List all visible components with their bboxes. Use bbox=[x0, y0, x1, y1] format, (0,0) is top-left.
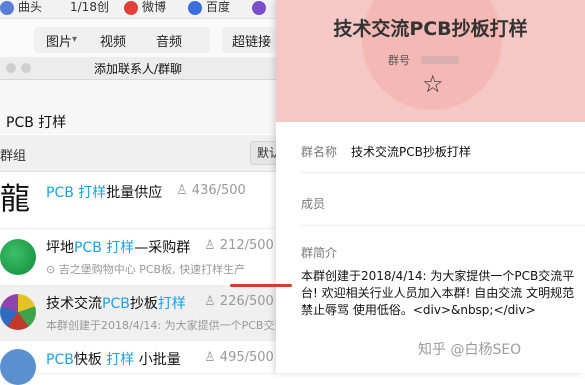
group-avatar bbox=[0, 239, 36, 275]
bookmark-item[interactable]: 曲头 bbox=[18, 0, 42, 15]
group-subtitle: 本群创建于2018/4/14: 为大家提供一个PCB交流平台 bbox=[46, 319, 276, 332]
annotation-underline bbox=[230, 284, 292, 287]
member-count: ♙ 226/500 bbox=[204, 294, 274, 309]
group-avatar bbox=[0, 294, 36, 330]
person-icon: ♙ bbox=[204, 238, 220, 253]
bookmark-item[interactable]: 1/18创 bbox=[70, 0, 109, 15]
group-header: 技术交流PCB抄板打样 群号 ☆ bbox=[276, 0, 585, 122]
group-subtitle: ⊙ 吉之堡购物中心 PCB板, 快速打样生产 bbox=[46, 263, 246, 276]
group-name-label: 群名称 bbox=[301, 145, 338, 159]
site-icon bbox=[0, 1, 14, 15]
divider bbox=[301, 172, 585, 173]
list-item[interactable]: 技术交流PCB抄板打样 ♙ 226/500 本群创建于2018/4/14: 为大… bbox=[0, 286, 276, 341]
group-number-redacted bbox=[421, 56, 459, 64]
intro-text: 本群创建于2018/4/14: 为大家提供一个PCB交流平台! 欢迎相关行业人员… bbox=[301, 269, 575, 317]
watermark: 知乎 @白杨SEO bbox=[418, 342, 522, 358]
tab-hyperlink[interactable]: 超链接 bbox=[232, 31, 271, 50]
group-name: 技术交流PCB抄板打样 bbox=[46, 296, 186, 312]
tab-images[interactable]: 图片 bbox=[46, 31, 72, 50]
person-icon: ♙ bbox=[204, 294, 220, 309]
member-count: ♙ 212/500 bbox=[204, 238, 274, 253]
person-icon: ♙ bbox=[204, 350, 220, 365]
bookmark-item[interactable]: 微博 bbox=[142, 0, 166, 15]
search-type-tabs: 图片 ▾ 视频 音频 超链接 bbox=[0, 19, 276, 58]
search-input[interactable]: PCB 打样 bbox=[6, 112, 66, 132]
list-item[interactable]: 坪地PCB 打样—采购群 ♙ 212/500 ⊙ 吉之堡购物中心 PCB板, 快… bbox=[0, 229, 276, 286]
group-name: PCB 打样批量供应 bbox=[46, 185, 163, 201]
list-item[interactable]: PCB快板 打样 小批量 ♙ 495/500 bbox=[0, 341, 276, 385]
group-name: PCB快板 打样 小批量 bbox=[46, 352, 181, 368]
member-count: ♙ 495/500 bbox=[204, 350, 274, 365]
location-icon: ⊙ bbox=[46, 263, 59, 276]
person-icon: ♙ bbox=[176, 183, 192, 198]
site-icon bbox=[252, 1, 266, 15]
section-header: 群组 默认 bbox=[0, 135, 298, 172]
search-field[interactable]: PCB 打样 bbox=[0, 80, 276, 134]
group-avatar: 龍 bbox=[0, 182, 36, 218]
dialog-title: 添加联系人/群聊 bbox=[93, 62, 183, 76]
tab-video[interactable]: 视频 bbox=[100, 31, 126, 50]
chevron-down-icon: ▾ bbox=[72, 34, 78, 45]
bookmarks-bar: 曲头 1/18创 微博 百度 bbox=[0, 0, 276, 19]
group-name-value: 技术交流PCB抄板打样 bbox=[351, 145, 471, 159]
group-detail-panel: 技术交流PCB抄板打样 群号 ☆ 群名称 技术交流PCB抄板打样 成员 群简介 … bbox=[276, 0, 585, 373]
member-count: ♙ 436/500 bbox=[176, 183, 246, 198]
group-number-label: 群号 bbox=[388, 54, 410, 67]
tab-audio[interactable]: 音频 bbox=[156, 31, 182, 50]
dialog-titlebar: 添加联系人/群聊 bbox=[0, 57, 276, 80]
group-name: 坪地PCB 打样—采购群 bbox=[46, 240, 191, 256]
group-avatar bbox=[0, 349, 36, 385]
star-icon[interactable]: ☆ bbox=[422, 70, 444, 98]
section-label: 群组 bbox=[0, 149, 27, 164]
weibo-icon bbox=[124, 1, 138, 15]
members-label: 成员 bbox=[301, 197, 326, 211]
divider bbox=[301, 225, 585, 226]
baidu-icon bbox=[188, 1, 202, 15]
intro-label: 群简介 bbox=[301, 246, 338, 260]
list-item[interactable]: 龍 PCB 打样批量供应 ♙ 436/500 bbox=[0, 172, 276, 229]
group-title: 技术交流PCB抄板打样 bbox=[333, 18, 528, 40]
bookmark-item[interactable]: 百度 bbox=[206, 0, 230, 15]
